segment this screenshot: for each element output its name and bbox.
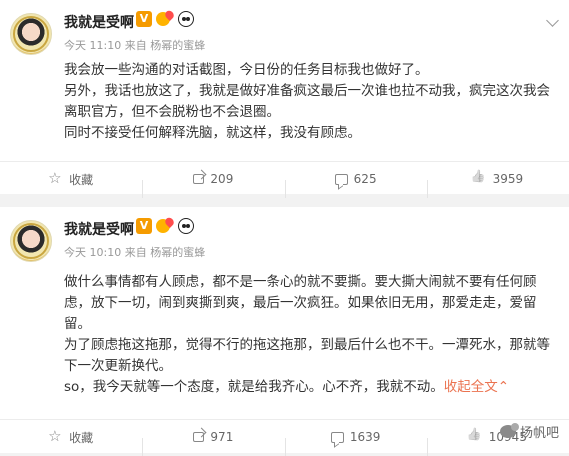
panda-icon — [178, 11, 194, 27]
watermark: 扬帆吧 — [499, 422, 559, 441]
wechat-icon — [499, 423, 519, 438]
share-button[interactable]: 971 — [142, 430, 284, 456]
share-button[interactable]: 209 — [142, 172, 284, 198]
user-name[interactable]: 我就是受啊 — [64, 219, 134, 239]
post-line: 另外，我话也放这了，我就是做好准备疯这最后一次谁也拉不动我，疯完这次我会离职官方… — [64, 83, 550, 120]
comment-button[interactable]: 625 — [284, 172, 427, 198]
watermark-text: 扬帆吧 — [519, 426, 559, 441]
weibo-post-2: 我就是受啊 V 今天 10:10 来自 杨幂的蜜蜂 做什么事情都有人顾虑，都不是… — [0, 207, 569, 456]
star-icon — [48, 427, 63, 445]
favorite-label: 收藏 — [69, 172, 94, 187]
post-body: 做什么事情都有人顾虑，都不是一条心的就不要撕。要大撕大闹就不要有任何顾虑，放下一… — [64, 272, 557, 398]
like-count: 3959 — [492, 172, 524, 186]
comment-count: 1639 — [349, 430, 381, 444]
user-avatar[interactable] — [10, 13, 52, 55]
share-icon — [193, 174, 205, 184]
weibo-post-1: 我就是受啊 V 今天 11:10 来自 杨幂的蜜蜂 我会放一些沟通的对话截图，今… — [0, 0, 569, 198]
user-name[interactable]: 我就是受啊 — [64, 12, 134, 32]
post-meta: 今天 10:10 来自 杨幂的蜜蜂 — [64, 246, 206, 259]
comment-count: 625 — [353, 172, 377, 186]
chevron-up-icon: ⌃ — [497, 379, 510, 395]
chevron-down-icon[interactable] — [546, 14, 559, 27]
share-count: 209 — [210, 172, 234, 186]
post-meta: 今天 11:10 来自 杨幂的蜜蜂 — [64, 39, 206, 52]
post-body: 我会放一些沟通的对话截图，今日份的任务目标我也做好了。 另外，我话也放这了，我就… — [64, 60, 557, 144]
favorite-button[interactable]: 收藏 — [0, 427, 142, 446]
comment-icon — [334, 173, 348, 185]
share-icon — [193, 432, 205, 442]
comment-icon — [330, 431, 344, 443]
user-badges: V — [136, 11, 194, 27]
emoji-heart-icon — [156, 218, 174, 234]
panda-icon — [178, 218, 194, 234]
post-line: so，我今天就等一个态度，就是给我齐心。心不齐，我就不动。收起全文⌃ — [64, 377, 557, 398]
post-line: 做什么事情都有人顾虑，都不是一条心的就不要撕。要大撕大闹就不要有任何顾虑，放下一… — [64, 274, 537, 332]
emoji-heart-icon — [156, 11, 174, 27]
post-line: 为了顾虑拖这拖那，觉得不行的拖这拖那，到最后什么也不干。一潭死水，那就等下一次更… — [64, 337, 550, 374]
action-bar: 收藏 209 625 3959 — [0, 161, 569, 198]
thumbs-up-icon — [473, 172, 487, 186]
share-count: 971 — [210, 430, 234, 444]
post-line-text: so，我今天就等一个态度，就是给我齐心。心不齐，我就不动。 — [64, 379, 444, 395]
star-icon — [48, 169, 63, 187]
post-line: 同时不接受任何解释洗脑，就这样，我没有顾虑。 — [64, 125, 361, 141]
post-line: 我会放一些沟通的对话截图，今日份的任务目标我也做好了。 — [64, 62, 429, 78]
like-button[interactable]: 3959 — [426, 172, 569, 198]
favorite-label: 收藏 — [69, 430, 94, 445]
favorite-button[interactable]: 收藏 — [0, 169, 142, 188]
comment-button[interactable]: 1639 — [284, 430, 427, 456]
user-badges: V — [136, 218, 194, 234]
collapse-text-link[interactable]: 收起全文 — [444, 379, 498, 395]
verified-badge-icon: V — [136, 218, 152, 234]
user-avatar[interactable] — [10, 220, 52, 262]
action-bar: 收藏 971 1639 10945 — [0, 419, 569, 456]
verified-badge-icon: V — [136, 11, 152, 27]
thumbs-up-icon — [469, 430, 483, 444]
